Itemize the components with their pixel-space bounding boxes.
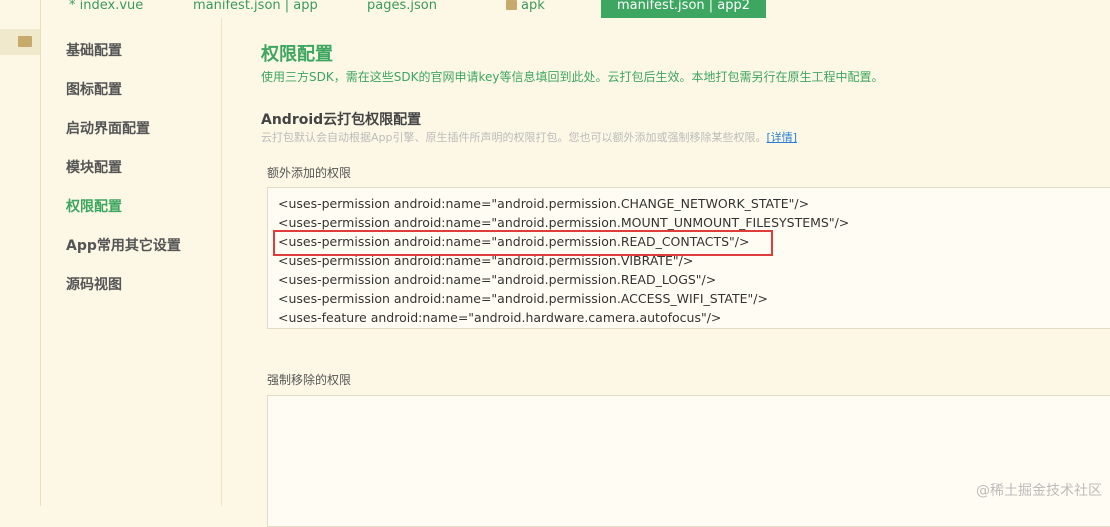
section-hint: 云打包默认会自动根据App引擎、原生插件所声明的权限打包。您也可以额外添加或强制… [261, 129, 797, 145]
code-line: <uses-feature android:name="android.hard… [278, 310, 722, 325]
nav-other-settings[interactable]: App常用其它设置 [66, 235, 181, 255]
watermark: @稀土掘金技术社区 [976, 483, 1102, 499]
page-title: 权限配置 [261, 44, 333, 65]
removed-permissions-textarea[interactable] [267, 395, 1110, 527]
details-link[interactable]: [详情] [767, 131, 798, 144]
tab-apk[interactable]: apk [506, 0, 545, 18]
extra-permissions-label: 额外添加的权限 [267, 166, 352, 180]
highlight-box [273, 230, 773, 256]
page-subtitle: 使用三方SDK，需在这些SDK的官网申请key等信息填回到此处。云打包后生效。本… [261, 70, 884, 84]
project-gutter [0, 0, 41, 506]
folder-icon [506, 0, 517, 10]
removed-permissions-label: 强制移除的权限 [267, 373, 352, 387]
nav-splash[interactable]: 启动界面配置 [66, 118, 150, 138]
manifest-nav: 基础配置 图标配置 启动界面配置 模块配置 权限配置 App常用其它设置 源码视… [41, 18, 222, 506]
nav-permissions[interactable]: 权限配置 [66, 196, 122, 216]
folder-icon [18, 36, 32, 47]
main-panel: 权限配置 使用三方SDK，需在这些SDK的官网申请key等信息填回到此处。云打包… [221, 18, 1110, 527]
code-line: <uses-permission android:name="android.p… [278, 196, 810, 211]
editor-tabs: * index.vue manifest.json | app pages.js… [41, 0, 1110, 18]
tab-pages-json[interactable]: pages.json [367, 0, 437, 18]
tab-apk-label: apk [521, 0, 545, 13]
tab-index-vue[interactable]: * index.vue [69, 0, 143, 18]
tab-manifest-app2[interactable]: manifest.json | app2 [601, 0, 767, 18]
nav-basic[interactable]: 基础配置 [66, 40, 122, 60]
nav-modules[interactable]: 模块配置 [66, 157, 122, 177]
hint-text: 云打包默认会自动根据App引擎、原生插件所声明的权限打包。您也可以额外添加或强制… [261, 131, 767, 144]
nav-source-view[interactable]: 源码视图 [66, 274, 122, 294]
tab-manifest-app[interactable]: manifest.json | app [193, 0, 318, 18]
gutter-selected[interactable] [0, 29, 40, 55]
code-line: <uses-permission android:name="android.p… [278, 215, 850, 230]
code-line: <uses-permission android:name="android.p… [278, 291, 768, 306]
code-line: <uses-permission android:name="android.p… [278, 272, 717, 287]
extra-permissions-textarea[interactable]: <uses-permission android:name="android.p… [267, 187, 1110, 329]
nav-icons[interactable]: 图标配置 [66, 79, 122, 99]
section-title: Android云打包权限配置 [261, 112, 422, 128]
